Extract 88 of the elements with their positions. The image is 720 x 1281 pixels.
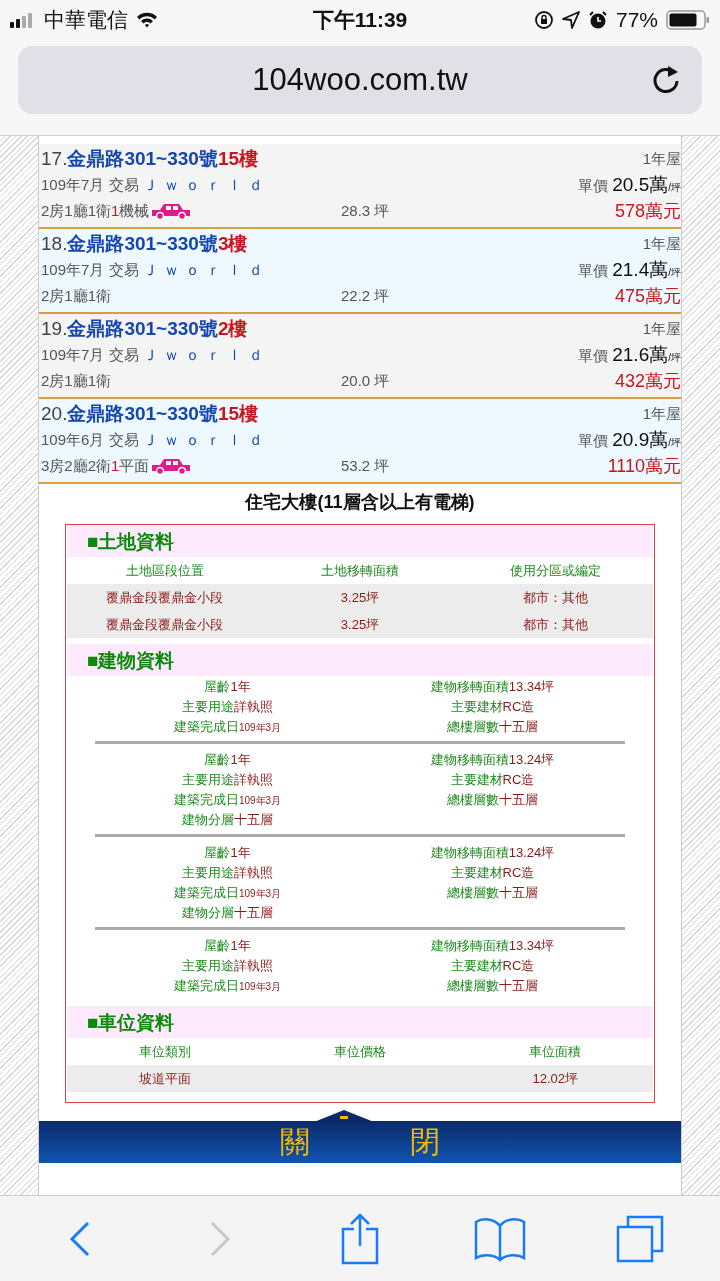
detail-title: 住宅大樓(11層含以上有電梯) [243, 491, 476, 514]
building-field: 主要用途詳執照 [182, 863, 273, 883]
building-field: 總樓層數十五層 [447, 976, 538, 996]
building-field: 主要建材RC造 [450, 956, 535, 976]
table-cell-text: 3.25坪 [339, 615, 381, 634]
building-field: 屋齡1年 [204, 843, 251, 863]
table-cell-text: 都市：其他 [521, 615, 589, 634]
table-cell-text: 12.02坪 [531, 1069, 580, 1088]
car-icon [151, 202, 192, 220]
floor-area: 22.2 坪 [341, 286, 615, 306]
total-price: 432萬元 [614, 370, 681, 393]
trade-info: 109年6月 交易 Ｊｗｏｒｌｄ [41, 430, 269, 450]
building-field: 建物分層十五層 [182, 810, 273, 830]
column-header: 車位價格 [333, 1042, 387, 1061]
building-field: 建築完成日109年3月 [173, 790, 282, 810]
rotation-lock-icon [533, 10, 554, 30]
column-header: 車位類別 [137, 1042, 192, 1061]
building-field: 主要用途詳執照 [182, 770, 273, 790]
total-price: 1110萬元 [607, 455, 681, 478]
building-age: 1年屋 [642, 234, 681, 254]
table-cell-text: 覆鼎金段覆鼎金小段 [105, 615, 225, 634]
building-field: 建物移轉面積13.24坪 [430, 750, 555, 770]
close-button[interactable]: 關 閉 [39, 1121, 681, 1163]
table-cell-text: 3.25坪 [339, 588, 381, 607]
building-field: 建築完成日109年3月 [173, 883, 282, 903]
building-field: 主要建材RC造 [450, 697, 535, 717]
room-layout: 2房1廳1衛 [41, 286, 112, 306]
tabs-icon[interactable] [616, 1214, 664, 1263]
section-heading: ■建物資料 [67, 644, 653, 676]
clock-time: 下午11:39 [312, 7, 408, 33]
building-field: 建築完成日109年3月 [173, 717, 282, 737]
listing-title[interactable]: 19.金鼎路301~330號2樓 [41, 316, 248, 342]
building-field: 主要用途詳執照 [182, 697, 273, 717]
building-field: 總樓層數十五層 [447, 717, 538, 737]
building-field: 主要建材RC造 [450, 863, 535, 883]
column-header: 車位面積 [528, 1042, 583, 1061]
column-header: 土地移轉面積 [320, 561, 400, 580]
listing-title[interactable]: 17.金鼎路301~330號15樓 [41, 146, 259, 172]
building-field: 屋齡1年 [204, 750, 251, 770]
unit-price: 單價 21.6萬/坪 [578, 343, 681, 367]
alarm-clock-icon [587, 10, 608, 30]
building-field: 建物分層十五層 [182, 903, 273, 923]
section-heading: ■土地資料 [67, 525, 653, 557]
room-layout: 2房1廳1衛1機械 [41, 201, 150, 221]
table-cell-text: 都市：其他 [521, 588, 589, 607]
back-icon[interactable] [69, 1220, 91, 1257]
trade-info: 109年7月 交易 Ｊｗｏｒｌｄ [41, 175, 269, 195]
unit-price: 單價 20.9萬/坪 [578, 428, 681, 452]
carrier-name: 中華電信 [44, 7, 128, 33]
location-arrow-icon [561, 11, 580, 29]
building-age: 1年屋 [642, 149, 681, 169]
table-cell-text: 覆鼎金段覆鼎金小段 [105, 588, 225, 607]
unit-price: 單價 20.5萬/坪 [578, 173, 681, 197]
table-cell-text: 坡道平面 [137, 1069, 192, 1088]
building-field: 主要建材RC造 [450, 770, 535, 790]
trade-info: 109年7月 交易 Ｊｗｏｒｌｄ [41, 345, 269, 365]
building-field: 主要用途詳執照 [182, 956, 273, 976]
building-field: 建物移轉面積13.24坪 [430, 843, 555, 863]
column-header: 使用分區或編定 [508, 561, 602, 580]
building-field: 屋齡1年 [204, 677, 251, 697]
building-field: 屋齡1年 [204, 936, 251, 956]
floor-area: 20.0 坪 [341, 371, 615, 391]
column-header: 土地區段位置 [124, 561, 205, 580]
floor-area: 53.2 坪 [341, 456, 608, 476]
battery-icon [666, 10, 710, 30]
floor-area: 28.3 坪 [341, 201, 615, 221]
listing-title[interactable]: 18.金鼎路301~330號3樓 [41, 231, 248, 257]
battery-percent: 77% [615, 8, 658, 32]
building-field: 總樓層數十五層 [447, 790, 538, 810]
building-age: 1年屋 [642, 319, 681, 339]
address-bar[interactable]: 104woo.com.tw [18, 46, 702, 114]
share-icon[interactable] [340, 1212, 380, 1265]
total-price: 475萬元 [614, 285, 681, 308]
section-heading: ■車位資料 [67, 1006, 653, 1038]
room-layout: 3房2廳2衛1平面 [41, 456, 150, 476]
listing-title[interactable]: 20.金鼎路301~330號15樓 [41, 401, 259, 427]
trade-info: 109年7月 交易 Ｊｗｏｒｌｄ [41, 260, 269, 280]
room-layout: 2房1廳1衛 [41, 371, 112, 391]
total-price: 578萬元 [614, 200, 681, 223]
unit-price: 單價 21.4萬/坪 [578, 258, 681, 282]
building-age: 1年屋 [642, 404, 681, 424]
book-icon[interactable] [474, 1215, 526, 1262]
car-icon [151, 457, 192, 475]
building-field: 建物移轉面積13.34坪 [430, 677, 555, 697]
building-field: 總樓層數十五層 [447, 883, 538, 903]
building-field: 建物移轉面積13.34坪 [430, 936, 555, 956]
building-field: 建築完成日109年3月 [173, 976, 282, 996]
wifi-icon [136, 12, 158, 28]
